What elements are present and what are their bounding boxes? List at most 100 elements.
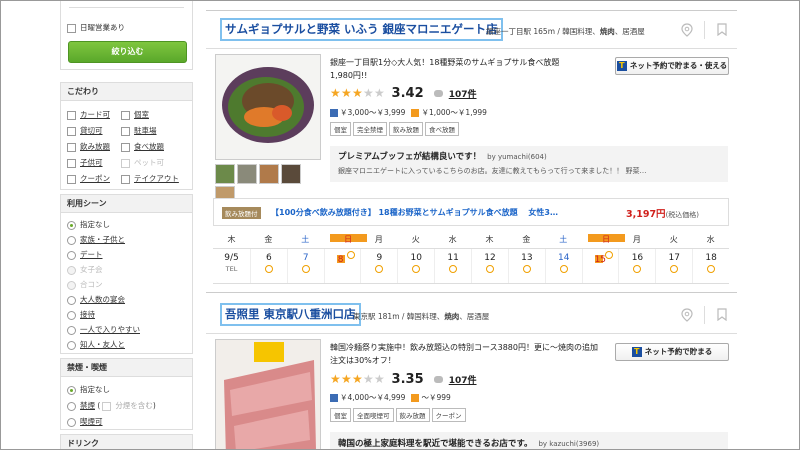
course-title[interactable]: 【100分食べ飲み放題付き】 18種お野菜とサムギョプサル食べ放題 女性3… (271, 207, 558, 218)
radio-icon (67, 417, 76, 427)
checkbox-icon (121, 174, 130, 184)
scene-option: 女子会 (67, 264, 103, 275)
bookmark-icon[interactable] (717, 23, 727, 36)
comment-icon (434, 376, 444, 383)
shop-1-course[interactable]: 飲み放題付 【100分食べ飲み放題付き】 18種お野菜とサムギョプサル食べ放題 … (213, 198, 729, 226)
calendar-day[interactable]: 8 (323, 249, 361, 283)
kodawari-option[interactable]: 駐車場 (121, 125, 157, 136)
kodawari-option[interactable]: テイクアウト (121, 173, 179, 184)
calendar-day[interactable]: 9 (360, 249, 397, 283)
tel-label: TEL (225, 265, 238, 273)
star-full-icon: ★ (330, 86, 341, 100)
scene-option[interactable]: 接待 (67, 309, 95, 320)
calendar-day[interactable]: 7 (286, 249, 324, 283)
shop-2-header: 吾照里 東京駅八重洲口店 東京駅 181m / 韓国料理、焼肉、居酒屋 (206, 298, 737, 332)
kodawari-option[interactable]: カード可 (67, 109, 110, 120)
checkbox-icon (67, 158, 76, 168)
thumbnail-2[interactable] (237, 164, 257, 184)
filter-button[interactable]: 絞り込む (68, 41, 187, 63)
calendar-date: 15 (594, 254, 607, 265)
calendar-weekday: 土 (301, 235, 310, 244)
calendar-day[interactable]: 6 (249, 249, 287, 283)
shop-1-photo[interactable] (215, 54, 321, 160)
kodawari-option[interactable]: 貸切可 (67, 125, 103, 136)
calendar-day[interactable]: 15 (581, 249, 619, 283)
thumbnail-4[interactable] (281, 164, 301, 184)
shop-1-net-reserve-button[interactable]: T ネット予約で貯まる・使える (615, 57, 729, 75)
calendar-day[interactable]: 11 (434, 249, 471, 283)
star-full-icon: ★ (330, 372, 341, 386)
scene-option[interactable]: 指定なし (67, 219, 110, 230)
available-circle-icon (449, 265, 458, 273)
kodawari-option[interactable]: ペット可 (121, 157, 164, 168)
calendar-weekday: 木 (485, 235, 494, 244)
review-author: by yumachi(604) (487, 153, 547, 161)
kodawari-option[interactable]: 子供可 (67, 157, 103, 168)
sunday-open-checkbox[interactable]: 日曜営業あり (67, 22, 125, 33)
shop-2-tags: 個室 全面喫煙可 飲み放題 クーポン (330, 408, 468, 422)
calendar-date: 7 (302, 253, 309, 263)
drink-section: ドリンク (60, 434, 193, 450)
shop-2-review-count[interactable]: 107件 (449, 373, 477, 386)
kodawari-option[interactable]: 飲み放題 (67, 141, 110, 152)
calendar-weekday: 月 (632, 235, 641, 244)
kodawari-option[interactable]: 個室 (121, 109, 149, 120)
tag: 完全禁煙 (353, 122, 387, 136)
recommended-badge-icon (254, 342, 284, 362)
food-photo-image (216, 340, 320, 450)
shop-1-score: 3.42 (391, 86, 424, 101)
scene-option[interactable]: 大人数の宴会 (67, 294, 125, 305)
scene-option[interactable]: 家族・子供と (67, 234, 125, 245)
shop-1-catchcopy[interactable]: 銀座一丁目駅1分◇大人気！18種野菜のサムギョプサル食べ放題 1,980円!! (330, 56, 580, 82)
smoking-option-allowed[interactable]: 喫煙可 (67, 416, 103, 427)
thumbnail-3[interactable] (259, 164, 279, 184)
checkbox-icon (121, 110, 130, 120)
star-full-icon: ★ (352, 372, 363, 386)
checkbox-icon (67, 142, 76, 152)
radio-icon (67, 235, 76, 245)
search-field-edge[interactable] (69, 0, 184, 8)
icon-separator (704, 21, 705, 39)
shop-2-photo[interactable] (215, 339, 321, 450)
smoking-option-none[interactable]: 指定なし (67, 384, 110, 395)
calendar-day[interactable]: 16 (618, 249, 655, 283)
scene-option[interactable]: 一人で入りやすい (67, 324, 140, 335)
kodawari-option[interactable]: クーポン (67, 173, 110, 184)
calendar-day[interactable]: 18 (692, 249, 729, 283)
shop-2-net-reserve-button[interactable]: T ネット予約で貯まる (615, 343, 729, 361)
bookmark-icon[interactable] (717, 308, 727, 321)
shop-2-name-link[interactable]: 吾照里 東京駅八重洲口店 (220, 303, 361, 326)
smoking-option-nonsmoking[interactable]: 禁煙 (分煙を含む) (67, 400, 156, 411)
shop-1-rating: ★★★★★ 3.42 107件 (330, 86, 477, 102)
scene-option: 合コン (67, 279, 103, 290)
map-pin-icon[interactable] (681, 308, 693, 322)
shop-1-header: サムギョプサルと野菜 いふう 銀座マロニエゲート店 銀座一丁目駅 165m / … (206, 13, 737, 47)
tag: 飲み放題 (389, 122, 423, 136)
checkbox-icon (121, 158, 130, 168)
shop-2-review[interactable]: 韓国の極上家庭料理を駅近で堪能できるお店です。 by kazuchi(3969) (330, 432, 728, 450)
calendar-day[interactable]: 17 (655, 249, 692, 283)
scene-option[interactable]: デート (67, 249, 103, 260)
calendar-day[interactable]: 14 (544, 249, 582, 283)
scene-option[interactable]: 知人・友人と (67, 339, 125, 350)
smoking-heading: 禁煙・喫煙 (61, 359, 192, 377)
tag: 個室 (330, 122, 351, 136)
shop-1-name-link[interactable]: サムギョプサルと野菜 いふう 銀座マロニエゲート店 (220, 18, 503, 41)
review-body: 銀座マロニエゲートに入っているこちらのお店。友達に教えてもらって行って来ました！… (338, 167, 647, 175)
shop-1-review-count[interactable]: 107件 (449, 87, 477, 100)
separated-checkbox[interactable] (102, 401, 112, 411)
calendar-weekday: 火 (669, 235, 678, 244)
calendar-day[interactable]: 13 (507, 249, 545, 283)
radio-icon (67, 250, 76, 260)
calendar-day[interactable]: 12 (471, 249, 508, 283)
thumbnail-1[interactable] (215, 164, 235, 184)
calendar-date: 6 (265, 253, 272, 263)
shop-1-review[interactable]: プレミアムブッフェが結構良いです！ by yumachi(604) 銀座マロニエゲ… (330, 146, 728, 182)
calendar-weekday: 水 (706, 235, 715, 244)
kodawari-option[interactable]: 食べ放題 (121, 141, 164, 152)
shop-2-catchcopy[interactable]: 韓国冷麺祭り実施中！飲み放題込の特別コース3880円！更に～焼肉の追加注文は30… (330, 341, 600, 367)
drink-heading: ドリンク (61, 435, 192, 450)
review-title: 韓国の極上家庭料理を駅近で堪能できるお店です。 (338, 439, 533, 449)
map-pin-icon[interactable] (681, 23, 693, 37)
calendar-day[interactable]: 10 (397, 249, 434, 283)
